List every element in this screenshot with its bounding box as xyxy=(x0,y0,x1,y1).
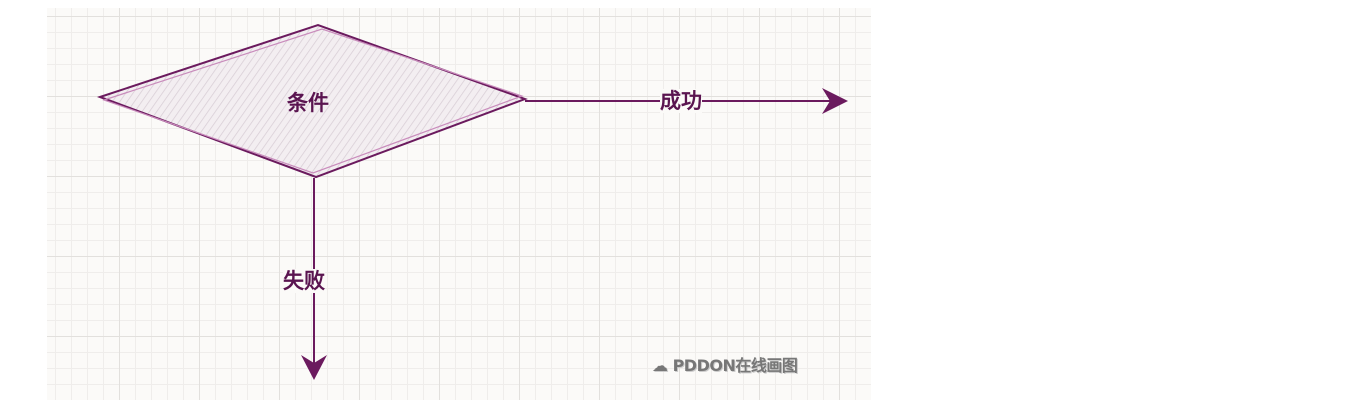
success-label: 成功 xyxy=(660,89,702,113)
flowchart-diagram xyxy=(96,23,848,380)
wechat-icon: ☁ xyxy=(652,356,673,375)
condition-label: 条件 xyxy=(287,91,329,115)
failure-label: 失败 xyxy=(283,269,325,293)
watermark: ☁ PDDON在线画图 xyxy=(652,356,798,375)
